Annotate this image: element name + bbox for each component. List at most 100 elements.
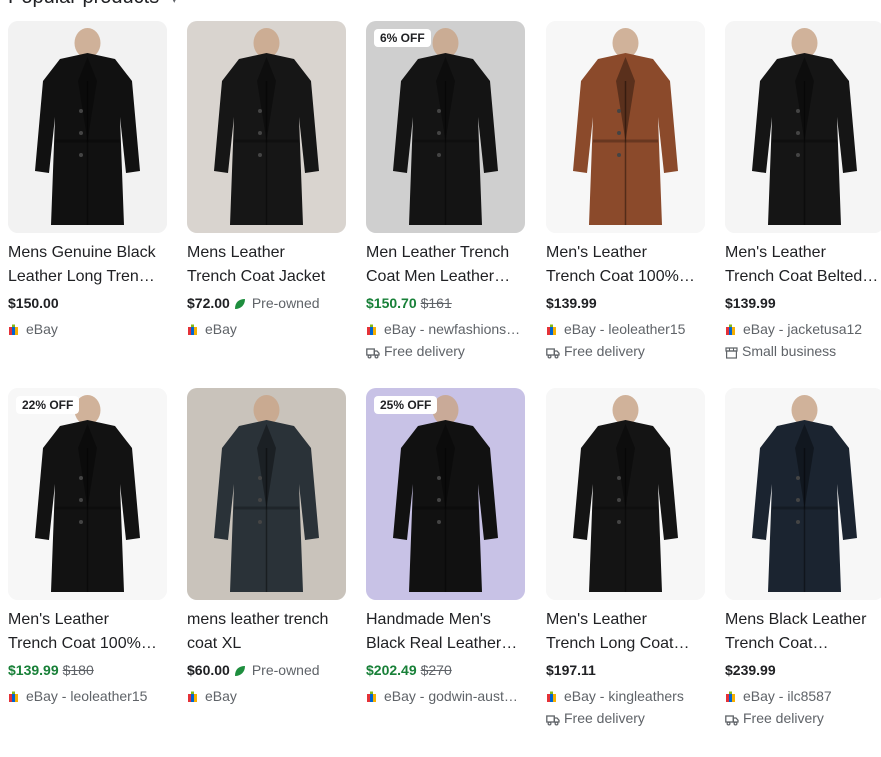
product-thumbnail[interactable]: 6% OFF (366, 21, 525, 233)
product-thumbnail[interactable]: 22% OFF (8, 388, 167, 600)
product-card[interactable]: Men's Leather Trench Coat 100%… $139.99 eBa… (546, 21, 706, 361)
seller-row: eBay - godwin-aust… (366, 686, 526, 706)
product-title-line: Trench Long Coat… (546, 635, 690, 652)
ebay-store-icon (367, 324, 376, 335)
product-price: $202.49 (366, 662, 417, 678)
seller-name: eBay (26, 321, 58, 337)
product-thumbnail[interactable] (725, 21, 881, 233)
seller-name: eBay - jacketusa12 (743, 321, 863, 337)
chevron-down-icon[interactable]: ▾ (171, 0, 178, 7)
product-title[interactable]: Men's Leather Trench Coat 100%… (8, 608, 168, 656)
product-price: $150.70 (366, 295, 417, 311)
price-row: $72.00 Pre-owned (187, 293, 347, 313)
seller-name: eBay - leoleather15 (26, 688, 148, 704)
product-title-line: coat XL (187, 635, 242, 652)
discount-badge: 22% OFF (16, 396, 80, 414)
product-title-line: Men's Leather (546, 611, 647, 628)
product-card[interactable]: 22% OFF Men's Leather Trench Coat 100%… $13… (8, 388, 168, 706)
product-card[interactable]: Mens Genuine Black Leather Long Tren… $150… (8, 21, 168, 339)
product-title-line: Coat Men Leather… (366, 268, 511, 285)
product-title-line: Trench Coat Jacket (187, 268, 326, 285)
ebay-store-icon (188, 691, 197, 702)
seller-name: eBay - kingleathers (564, 688, 684, 704)
product-image (366, 21, 525, 233)
product-title-line: Trench Coat 100%… (8, 635, 157, 652)
product-card[interactable]: Mens Black Leather Trench Coat… $239.99 eBa… (725, 388, 881, 728)
product-title-line: Trench Coat… (725, 635, 829, 652)
seller-name: eBay - leoleather15 (564, 321, 686, 337)
product-card[interactable]: 6% OFF Men Leather Trench Coat Men Leather… (366, 21, 526, 361)
product-title-line: Leather Long Tren… (8, 268, 155, 285)
product-card[interactable]: Mens Leather Trench Coat Jacket $72.00 Pre-… (187, 21, 347, 339)
delivery-label: Free delivery (546, 708, 706, 728)
ebay-store-icon (9, 324, 18, 335)
extra-info-text: Free delivery (564, 343, 645, 359)
product-title[interactable]: Men Leather Trench Coat Men Leather… (366, 241, 526, 289)
extra-info-text: Free delivery (564, 710, 645, 726)
product-price: $150.00 (8, 295, 59, 311)
original-price: $161 (420, 295, 452, 311)
product-image (725, 388, 881, 600)
product-title[interactable]: Men's Leather Trench Long Coat… (546, 608, 706, 656)
product-title-line: Black Real Leather… (366, 635, 518, 652)
seller-name: eBay (205, 321, 237, 337)
product-title-line: Mens Leather (187, 244, 285, 261)
product-title[interactable]: Mens Genuine Black Leather Long Tren… (8, 241, 168, 289)
product-price: $60.00 (187, 662, 230, 678)
product-image (366, 388, 525, 600)
condition-label: Pre-owned (251, 295, 320, 311)
product-title[interactable]: mens leather trench coat XL (187, 608, 347, 656)
ebay-store-icon (9, 691, 18, 702)
product-card[interactable]: Men's Leather Trench Coat Belted… $139.99 e… (725, 21, 881, 361)
ebay-store-icon (726, 691, 735, 702)
seller-row: eBay (187, 686, 347, 706)
leaf-icon (234, 299, 245, 309)
product-thumbnail[interactable] (187, 21, 346, 233)
product-thumbnail[interactable] (546, 388, 705, 600)
product-card[interactable]: 25% OFF Handmade Men's Black Real Leather…… (366, 388, 526, 706)
product-image (187, 388, 346, 600)
price-row: $197.11 (546, 660, 706, 680)
product-price: $239.99 (725, 662, 776, 678)
product-title[interactable]: Mens Black Leather Trench Coat… (725, 608, 881, 656)
seller-row: eBay - kingleathers (546, 686, 706, 706)
product-title-line: Mens Black Leather (725, 611, 867, 628)
extra-info-text: Small business (742, 343, 837, 359)
product-title-line: Men's Leather (8, 611, 109, 628)
product-thumbnail[interactable] (8, 21, 167, 233)
seller-name: eBay - newfashions… (384, 321, 521, 337)
price-row: $139.99 $180 (8, 660, 168, 680)
price-row: $239.99 (725, 660, 881, 680)
discount-badge: 6% OFF (374, 29, 431, 47)
product-title[interactable]: Mens Leather Trench Coat Jacket (187, 241, 347, 289)
product-title[interactable]: Handmade Men's Black Real Leather… (366, 608, 526, 656)
product-card[interactable]: Men's Leather Trench Long Coat… $197.11 eBa… (546, 388, 706, 728)
seller-row: eBay - ilc8587 (725, 686, 881, 706)
product-thumbnail[interactable] (187, 388, 346, 600)
price-row: $139.99 (725, 293, 881, 313)
product-price: $139.99 (725, 295, 776, 311)
storefront-icon (725, 347, 738, 359)
product-thumbnail[interactable] (546, 21, 705, 233)
product-image (725, 21, 881, 233)
seller-row: eBay (8, 319, 168, 339)
truck-icon (366, 348, 380, 359)
product-image (546, 21, 705, 233)
original-price: $180 (62, 662, 94, 678)
product-card[interactable]: mens leather trench coat XL $60.00 Pre-owne… (187, 388, 347, 706)
delivery-label: Free delivery (366, 341, 526, 361)
product-title[interactable]: Men's Leather Trench Coat 100%… (546, 241, 706, 289)
seller-name: eBay - godwin-aust… (384, 688, 518, 704)
product-thumbnail[interactable] (725, 388, 881, 600)
truck-icon (546, 715, 560, 726)
price-row: $150.70 $161 (366, 293, 526, 313)
delivery-label: Free delivery (725, 708, 881, 728)
section-title: Popular products (8, 0, 159, 8)
product-thumbnail[interactable]: 25% OFF (366, 388, 525, 600)
price-row: $60.00 Pre-owned (187, 660, 347, 680)
product-title-line: Men Leather Trench (366, 244, 510, 261)
product-title-line: Men's Leather (546, 244, 647, 261)
discount-badge: 25% OFF (374, 396, 438, 414)
delivery-label: Free delivery (546, 341, 706, 361)
product-title[interactable]: Men's Leather Trench Coat Belted… (725, 241, 881, 289)
